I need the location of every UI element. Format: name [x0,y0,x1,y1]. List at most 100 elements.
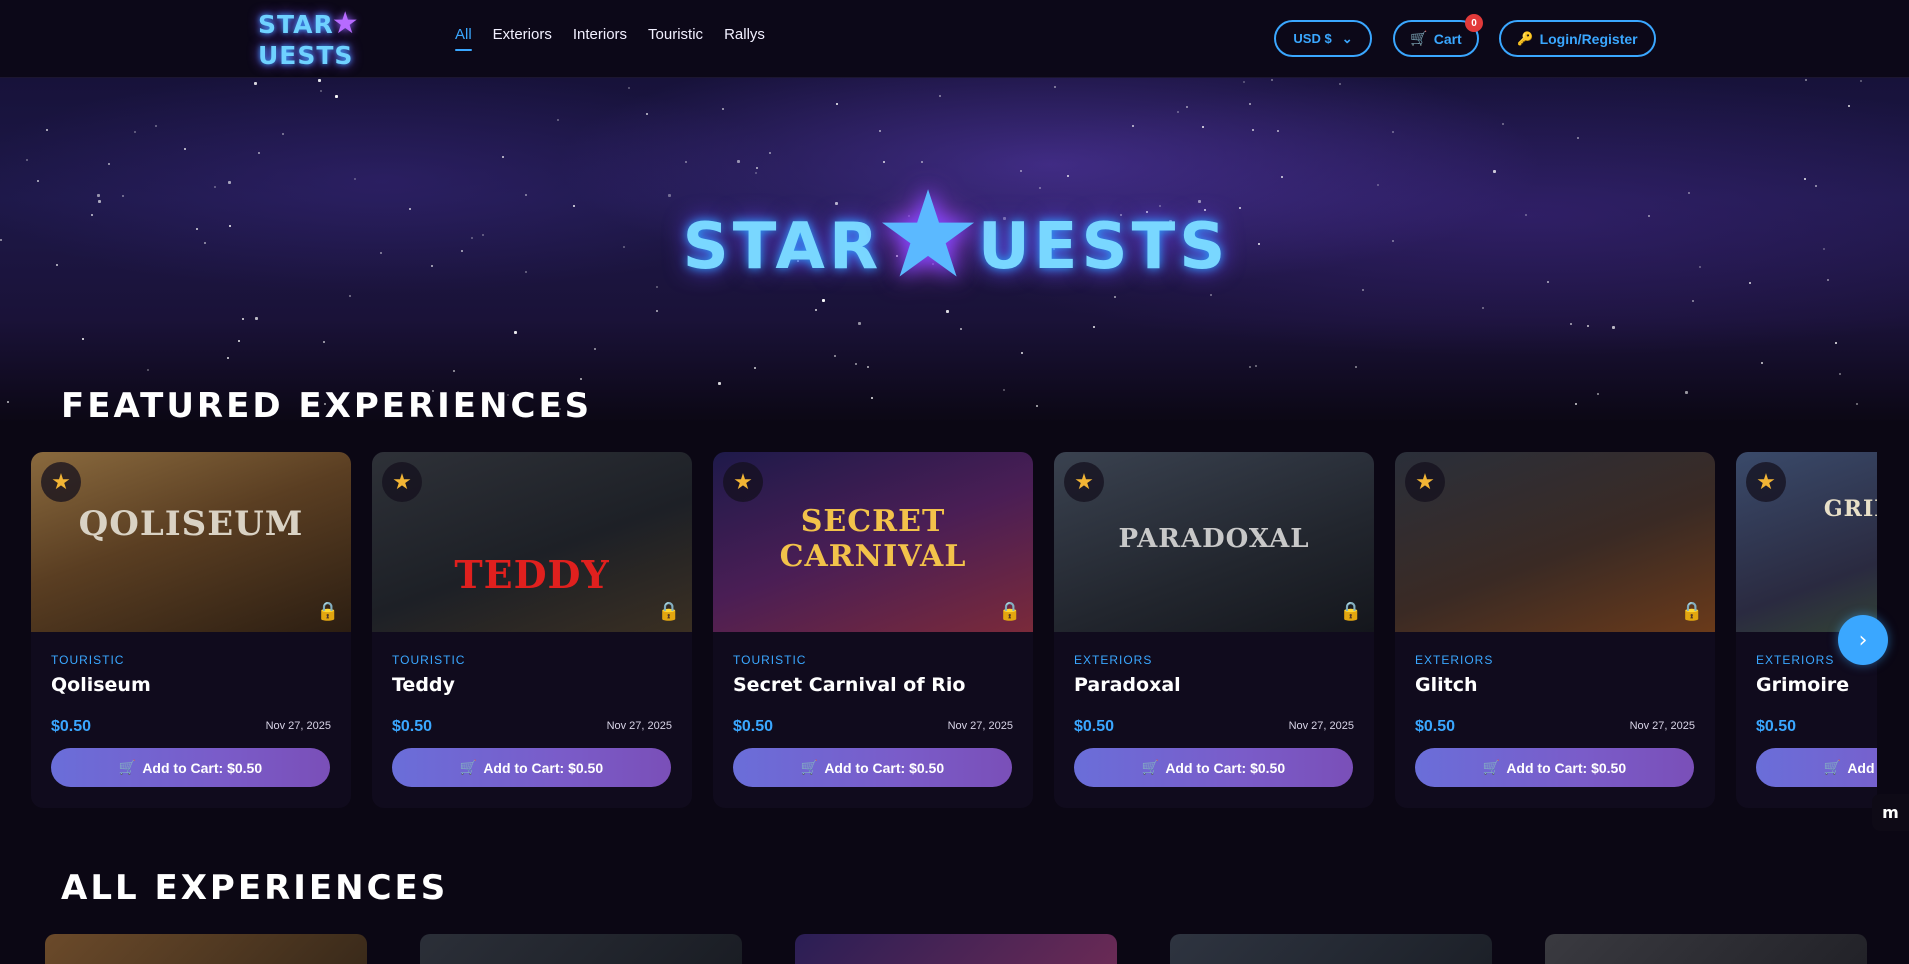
star-dot [1257,242,1260,245]
nav-link-interiors[interactable]: Interiors [573,26,627,51]
star-dot [1611,325,1615,329]
lock-icon: 🔒 [998,601,1021,622]
star-dot [380,252,383,255]
star-dot [1249,366,1252,369]
star-dot [1338,82,1341,85]
star-dot [121,195,124,198]
favorite-star-icon[interactable]: ★ [41,462,81,502]
star-dot [90,214,93,217]
star-dot [183,148,186,151]
star-dot [513,330,517,334]
login-register-button[interactable]: 🔑 Login/Register [1499,20,1656,57]
card-title[interactable]: Grimoire [1756,674,1849,696]
card-date: Nov 27, 2025 [1629,720,1695,732]
add-to-cart-button[interactable]: 🛒 Add to Cart: $0.50 [392,748,671,787]
add-to-cart-button[interactable]: 🛒 Add to Cart: $0.50 [733,748,1012,787]
star-dot [1391,240,1394,243]
card-image[interactable]: SECRET CARNIVAL ★ 🔒 [713,452,1033,632]
star-dot [214,186,217,189]
nav-link-rallys[interactable]: Rallys [724,26,765,51]
star-dot [1131,125,1134,128]
card-category: TOURISTIC [392,653,466,667]
card-image[interactable]: QOLISEUM ★ 🔒 [31,452,351,632]
card-art-title: PARADOXAL [1118,524,1310,554]
side-widget-button[interactable]: m [1872,794,1909,831]
experience-card[interactable]: ★ 🔒 EXTERIORS Glitch $0.50 Nov 27, 2025 … [1395,452,1715,808]
nav-link-all[interactable]: All [455,26,472,51]
add-to-cart-button[interactable]: 🛒 Add to Cart: $0.50 [51,748,330,787]
card-title[interactable]: Paradoxal [1074,674,1181,696]
card-title[interactable]: Teddy [392,674,455,696]
card-image[interactable]: ★ 🔒 [1395,452,1715,632]
star-dot [879,129,882,132]
star-dot [833,354,836,357]
all-thumb[interactable] [1170,934,1492,964]
star-dot [1823,247,1826,250]
star-dot [866,365,869,368]
star-dot [46,128,49,131]
star-dot [481,234,484,237]
cart-icon: 🛒 [1141,759,1160,775]
experience-card[interactable]: SECRET CARNIVAL ★ 🔒 TOURISTIC Secret Car… [713,452,1033,808]
star-dot [317,78,321,82]
experience-card[interactable]: PARADOXAL ★ 🔒 EXTERIORS Paradoxal $0.50 … [1054,452,1374,808]
star-dot [1748,282,1751,285]
star-dot [1803,178,1806,181]
star-dot [1692,299,1695,302]
all-thumb[interactable] [420,934,742,964]
lock-icon: 🔒 [657,601,680,622]
card-image[interactable]: TEDDY ★ 🔒 [372,452,692,632]
star-dot [524,194,527,197]
add-to-cart-button[interactable]: 🛒 Add to Cart: $0.50 [1415,748,1694,787]
card-price: $0.50 [733,718,774,735]
all-thumb[interactable] [795,934,1117,964]
card-title[interactable]: Secret Carnival of Rio [733,674,965,696]
star-dot [196,227,199,230]
nav-link-exteriors[interactable]: Exteriors [493,26,552,51]
all-experiences-row [0,930,1909,964]
nav-link-touristic[interactable]: Touristic [648,26,703,51]
favorite-star-icon[interactable]: ★ [382,462,422,502]
star-dot [1524,213,1527,216]
carousel-next-button[interactable]: › [1838,615,1888,665]
star-dot [959,328,962,331]
experience-card[interactable]: TEDDY ★ 🔒 TOURISTIC Teddy $0.50 Nov 27, … [372,452,692,808]
star-dot [349,294,352,297]
card-title[interactable]: Glitch [1415,674,1478,696]
add-to-cart-button[interactable]: 🛒 Add to Cart: $0.50 [1074,748,1353,787]
currency-select[interactable]: USD $ ⌄ [1274,20,1372,57]
star-dot [938,95,941,98]
favorite-star-icon[interactable]: ★ [1405,462,1445,502]
star-dot [1596,392,1599,395]
experience-card[interactable]: QOLISEUM ★ 🔒 TOURISTIC Qoliseum $0.50 No… [31,452,351,808]
star-dot [254,316,258,320]
star-dot [1482,306,1485,309]
star-dot [408,207,411,210]
favorite-star-icon[interactable]: ★ [1064,462,1104,502]
star-dot [556,118,559,121]
star-dot [227,180,231,184]
star-dot [1249,103,1252,106]
card-title[interactable]: Qoliseum [51,674,151,696]
favorite-star-icon[interactable]: ★ [1746,462,1786,502]
currency-value: USD $ [1293,31,1332,46]
star-dot [814,309,817,312]
brand-logo[interactable]: STAR★UESTS [258,6,420,70]
card-art-title: SECRET CARNIVAL [779,504,967,574]
star-dot [572,205,575,208]
star-dot [461,250,464,253]
card-image[interactable]: PARADOXAL ★ 🔒 [1054,452,1374,632]
star-dot [146,368,149,371]
favorite-star-icon[interactable]: ★ [723,462,763,502]
all-thumb[interactable] [1545,934,1867,964]
add-to-cart-button[interactable]: 🛒 Add to Cart: $0.50 [1756,748,1877,787]
cart-icon: 🛒 [1410,30,1428,46]
cart-button[interactable]: 🛒 Cart 0 [1393,14,1483,57]
all-thumb[interactable] [45,934,367,964]
category-nav: All Exteriors Interiors Touristic Rallys [455,26,786,51]
add-to-cart-label: Add to Cart: $0.50 [1165,759,1286,776]
star-dot [82,337,85,340]
star-dot [1493,170,1497,174]
card-price: $0.50 [392,718,433,735]
card-image[interactable]: GRIMOIRE ★ 🔒 [1736,452,1877,632]
